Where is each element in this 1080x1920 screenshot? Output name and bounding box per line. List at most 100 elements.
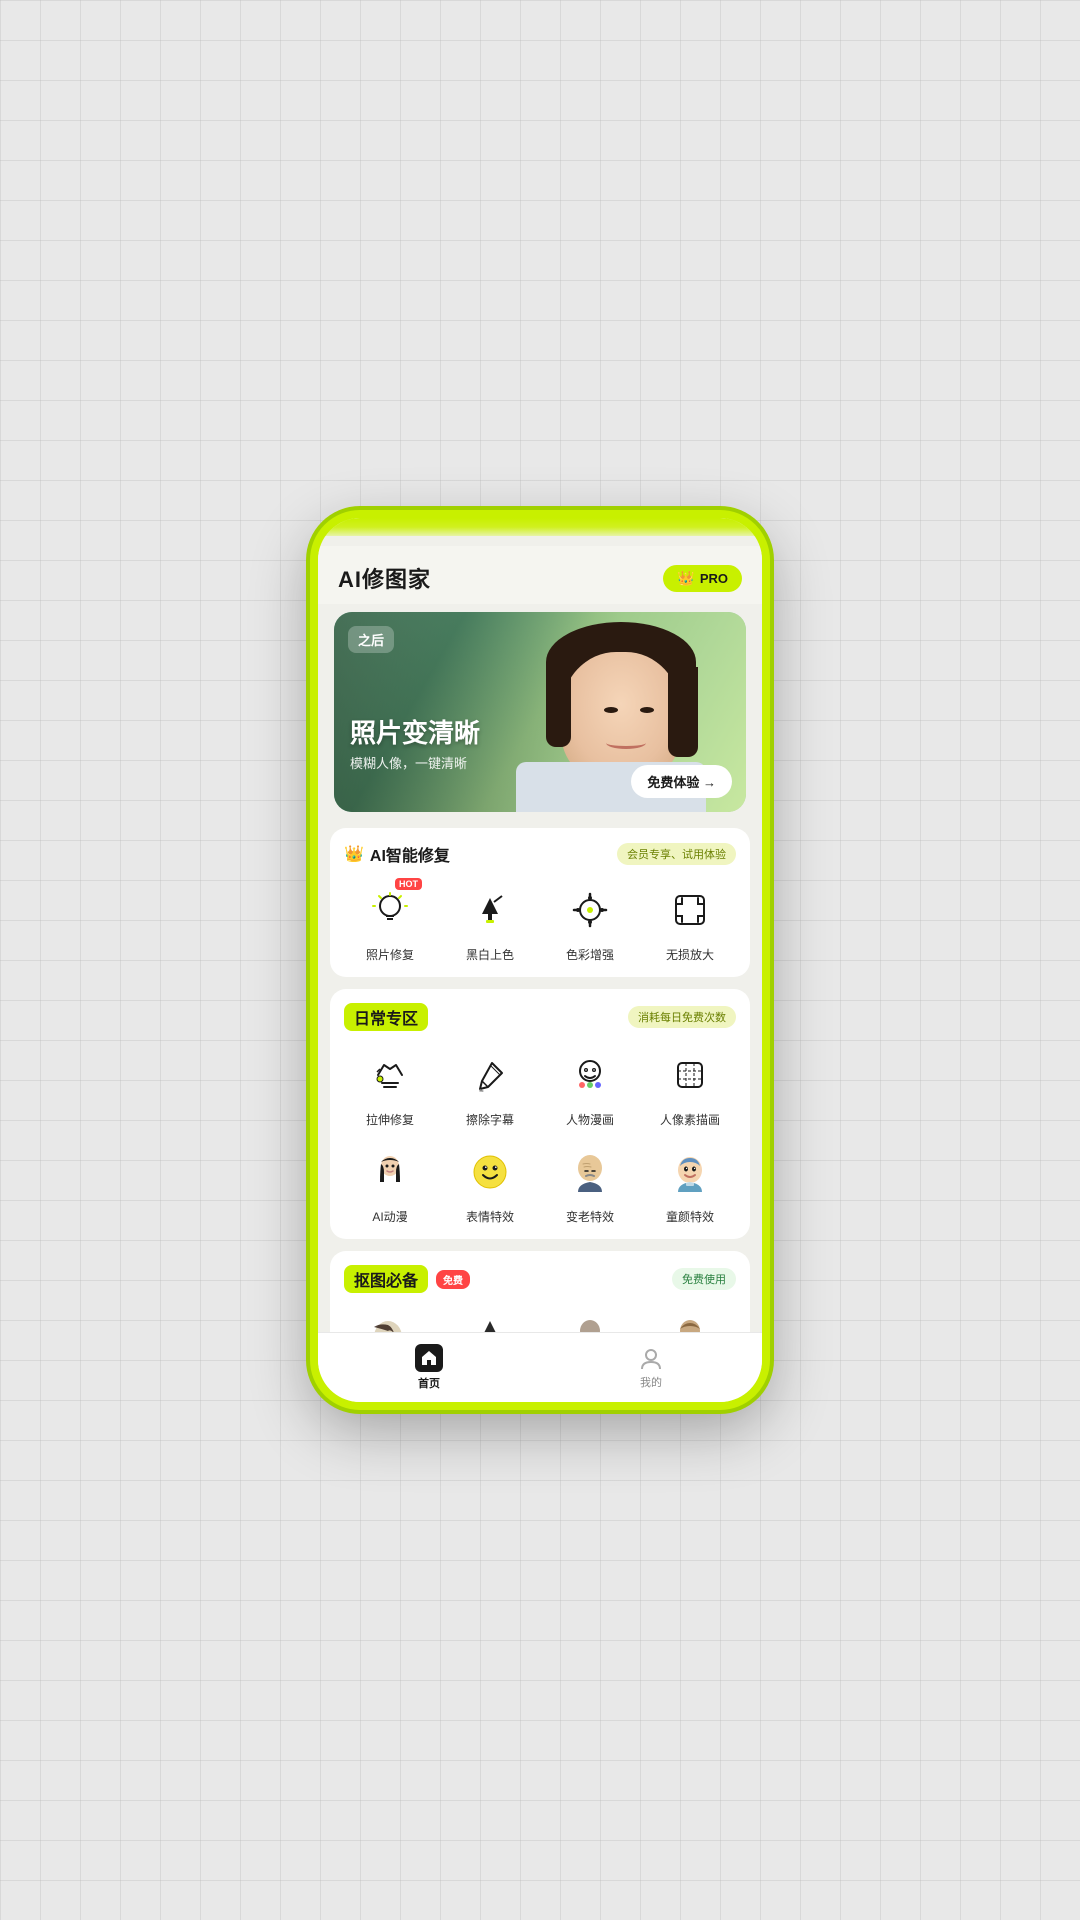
feature-icon-wrap-caption bbox=[462, 1047, 518, 1103]
daily-features-grid-2: AI动漫 bbox=[344, 1144, 736, 1225]
cutout-silhouette-icon bbox=[570, 1317, 610, 1332]
hero-banner[interactable]: 之后 照片变清晰 模糊人像，一键清晰 免费体验 → bbox=[334, 612, 746, 812]
home-icon bbox=[415, 1344, 443, 1372]
feature-icon-wrap-sketch bbox=[662, 1047, 718, 1103]
crown-small-icon: 👑 bbox=[344, 844, 364, 864]
hero-tag: 之后 bbox=[348, 626, 394, 653]
nav-label-mine: 我的 bbox=[640, 1374, 662, 1390]
feature-photo-restore[interactable]: HOT 照片修复 bbox=[344, 882, 436, 963]
feature-icon-wrap-restore: HOT bbox=[362, 882, 418, 938]
hero-cta-button[interactable]: 免费体验 → bbox=[631, 765, 732, 798]
cartoon-icon bbox=[570, 1055, 610, 1095]
nav-label-home: 首页 bbox=[418, 1375, 440, 1391]
feature-label-stretch: 拉伸修复 bbox=[366, 1111, 414, 1128]
hero-text: 照片变清晰 模糊人像，一键清晰 bbox=[350, 718, 480, 772]
required-badge-free: 免费 bbox=[436, 1270, 470, 1289]
expression-icon bbox=[470, 1152, 510, 1192]
feature-remove-caption[interactable]: 擦除字幕 bbox=[444, 1047, 536, 1128]
house-icon bbox=[420, 1349, 438, 1367]
feature-colorize[interactable]: 黑白上色 bbox=[444, 882, 536, 963]
feature-lossless-zoom[interactable]: 无损放大 bbox=[644, 882, 736, 963]
feature-icon-wrap-colorize bbox=[462, 882, 518, 938]
daily-section: 日常专区 消耗每日免费次数 bbox=[330, 989, 750, 1239]
aging-icon bbox=[570, 1152, 610, 1192]
anime-icon bbox=[370, 1152, 410, 1192]
cutout-face2-icon bbox=[670, 1317, 710, 1332]
phone-frame: AI修图家 👑 PRO bbox=[310, 510, 770, 1410]
ai-section-title: 👑 AI智能修复 bbox=[344, 842, 450, 866]
required-section-header: 抠图必备 免费 免费使用 bbox=[344, 1265, 736, 1293]
pro-label: PRO bbox=[700, 571, 728, 586]
feature-label-colorize: 黑白上色 bbox=[466, 946, 514, 963]
feature-cartoon[interactable]: 人物漫画 bbox=[544, 1047, 636, 1128]
hero-title: 照片变清晰 bbox=[350, 718, 480, 749]
stretch-fix-icon bbox=[370, 1055, 410, 1095]
feature-label-sketch: 人像素描画 bbox=[660, 1111, 720, 1128]
user-icon bbox=[638, 1345, 664, 1371]
feature-color-enhance[interactable]: 色彩增强 bbox=[544, 882, 636, 963]
hero-subtitle: 模糊人像，一键清晰 bbox=[350, 753, 480, 772]
feature-label-aging: 变老特效 bbox=[566, 1208, 614, 1225]
brush-icon bbox=[470, 1055, 510, 1095]
feature-baby-face[interactable]: 童颜特效 bbox=[644, 1144, 736, 1225]
feature-icon-wrap-anime bbox=[362, 1144, 418, 1200]
daily-section-badge: 消耗每日免费次数 bbox=[628, 1006, 736, 1028]
nav-item-home[interactable]: 首页 bbox=[318, 1336, 540, 1399]
feature-label-enhance: 色彩增强 bbox=[566, 946, 614, 963]
paint-icon bbox=[470, 890, 510, 930]
required-badge-use: 免费使用 bbox=[672, 1268, 736, 1290]
pro-badge[interactable]: 👑 PRO bbox=[663, 565, 742, 592]
daily-section-title: 日常专区 bbox=[344, 1003, 428, 1031]
required-section: 抠图必备 免费 免费使用 bbox=[330, 1251, 750, 1332]
required-title: 抠图必备 bbox=[344, 1265, 428, 1293]
feature-cutout-3[interactable] bbox=[544, 1309, 636, 1332]
required-features-partial bbox=[344, 1309, 736, 1332]
crown-icon: 👑 bbox=[677, 570, 694, 587]
app-content: AI修图家 👑 PRO bbox=[318, 536, 762, 1332]
nav-item-mine[interactable]: 我的 bbox=[540, 1337, 762, 1398]
ai-section-header: 👑 AI智能修复 会员专享、试用体验 bbox=[344, 842, 736, 866]
ai-section-badge: 会员专享、试用体验 bbox=[617, 843, 736, 865]
feature-cutout-1[interactable] bbox=[344, 1309, 436, 1332]
feature-portrait-sketch[interactable]: 人像素描画 bbox=[644, 1047, 736, 1128]
feature-label-baby: 童颜特效 bbox=[666, 1208, 714, 1225]
bottom-nav: 首页 我的 bbox=[318, 1332, 762, 1402]
feature-ai-anime[interactable]: AI动漫 bbox=[344, 1144, 436, 1225]
feature-label-zoom: 无损放大 bbox=[666, 946, 714, 963]
feature-icon-wrap-c3 bbox=[562, 1309, 618, 1332]
feature-icon-wrap-stretch bbox=[362, 1047, 418, 1103]
app-header: AI修图家 👑 PRO bbox=[318, 546, 762, 604]
daily-section-header: 日常专区 消耗每日免费次数 bbox=[344, 1003, 736, 1031]
lightbulb-icon bbox=[370, 890, 410, 930]
feature-label-expression: 表情特效 bbox=[466, 1208, 514, 1225]
cutout-face-icon bbox=[370, 1317, 410, 1332]
feature-icon-wrap-zoom bbox=[662, 882, 718, 938]
color-enhance-icon bbox=[570, 890, 610, 930]
ai-section: 👑 AI智能修复 会员专享、试用体验 bbox=[330, 828, 750, 977]
feature-cutout-4[interactable] bbox=[644, 1309, 736, 1332]
app-title: AI修图家 bbox=[338, 562, 431, 594]
feature-icon-wrap-enhance bbox=[562, 882, 618, 938]
feature-icon-wrap-aging bbox=[562, 1144, 618, 1200]
feature-aging[interactable]: 变老特效 bbox=[544, 1144, 636, 1225]
daily-features-grid: 拉伸修复 擦除字幕 bbox=[344, 1047, 736, 1128]
sketch-icon bbox=[670, 1055, 710, 1095]
zoom-icon bbox=[670, 890, 710, 930]
baby-face-icon bbox=[670, 1152, 710, 1192]
feature-icon-wrap-c4 bbox=[662, 1309, 718, 1332]
feature-icon-wrap-c1 bbox=[362, 1309, 418, 1332]
feature-stretch-fix[interactable]: 拉伸修复 bbox=[344, 1047, 436, 1128]
feature-label-restore: 照片修复 bbox=[366, 946, 414, 963]
ai-features-grid: HOT 照片修复 bbox=[344, 882, 736, 963]
feature-icon-wrap-baby bbox=[662, 1144, 718, 1200]
feature-label-anime: AI动漫 bbox=[372, 1208, 407, 1225]
feature-icon-wrap-cartoon bbox=[562, 1047, 618, 1103]
feature-cutout-2[interactable] bbox=[444, 1309, 536, 1332]
feature-icon-wrap-c2 bbox=[462, 1309, 518, 1332]
feature-expression[interactable]: 表情特效 bbox=[444, 1144, 536, 1225]
feature-label-cartoon: 人物漫画 bbox=[566, 1111, 614, 1128]
cutout-shape-icon bbox=[470, 1317, 510, 1332]
hot-badge: HOT bbox=[395, 878, 422, 890]
feature-label-caption: 擦除字幕 bbox=[466, 1111, 514, 1128]
feature-icon-wrap-expression bbox=[462, 1144, 518, 1200]
